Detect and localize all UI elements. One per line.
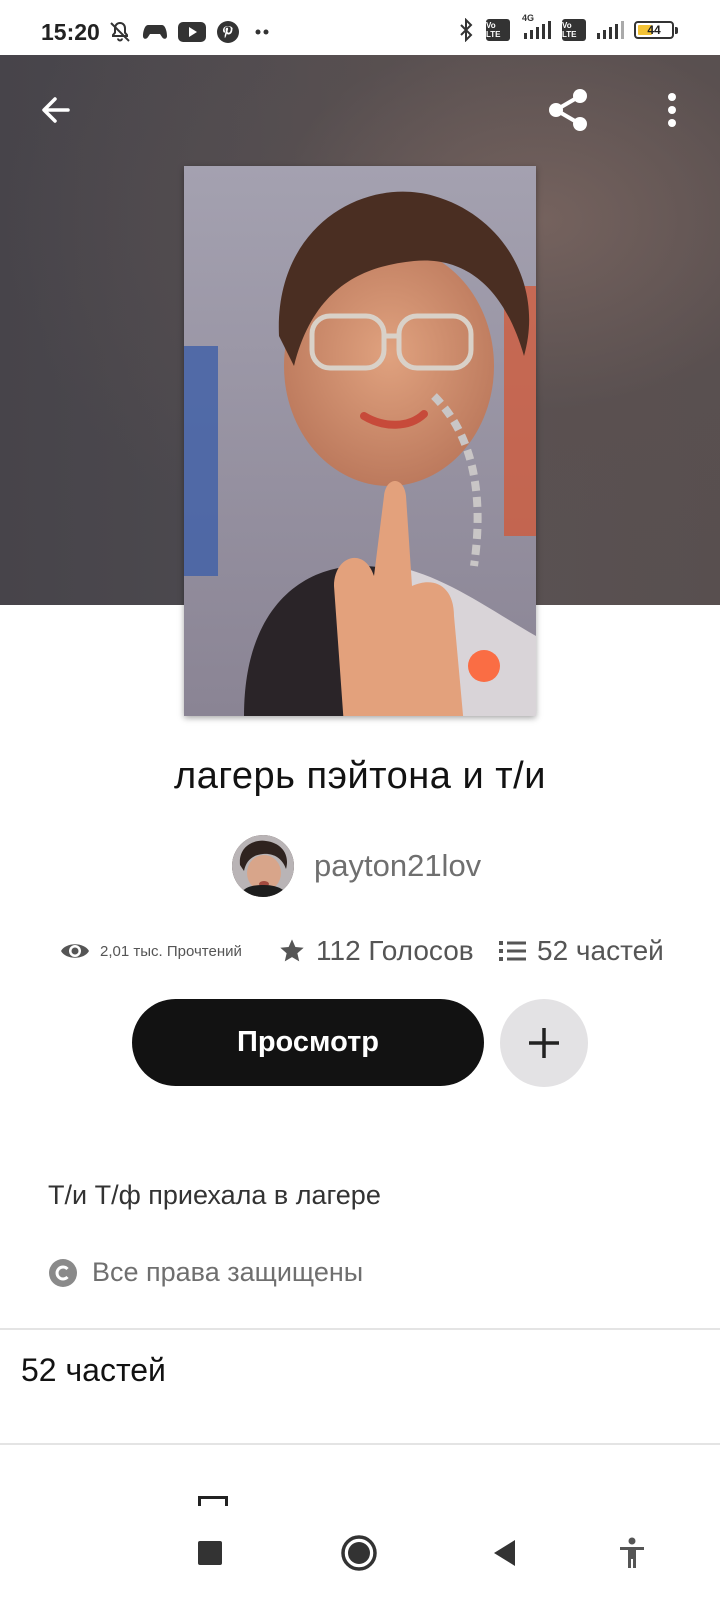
battery-icon: 44 (634, 21, 678, 39)
more-dots-icon (250, 27, 274, 37)
parts-heading[interactable]: 52 частей (21, 1352, 166, 1389)
volte-badge-2: Vo LTE (562, 19, 586, 41)
volte-badge-1: Vo LTE (486, 19, 510, 41)
story-title: лагерь пэйтона и т/и (174, 755, 546, 797)
author-avatar[interactable] (232, 835, 294, 897)
eye-icon (61, 944, 89, 958)
copyright-text: Все права защищены (92, 1257, 364, 1287)
more-options-button[interactable] (644, 82, 700, 138)
network-type: 4G (522, 13, 535, 23)
status-system-icons: Vo LTE 4G Vo LTE 44 (456, 13, 678, 42)
cover-illustration (184, 166, 536, 716)
votes-stat: 112 Голосов (278, 927, 474, 975)
status-bar: 15:20 Vo LTE 4G Vo LTE 44 (0, 0, 720, 55)
youtube-icon (178, 22, 206, 42)
story-description: Т/и Т/ф приехала в лагере (48, 1180, 381, 1210)
divider-top (0, 1328, 720, 1330)
system-back-button[interactable] (480, 1528, 530, 1578)
signal-icon-2 (596, 19, 624, 41)
votes-count: 112 Голосов (316, 935, 474, 966)
system-nav-bar (0, 1506, 720, 1600)
share-button[interactable] (540, 82, 596, 138)
copyright-row: Все права защищены (48, 1257, 363, 1288)
status-notification-icons (108, 20, 274, 44)
author-link[interactable]: payton21lov (232, 835, 481, 897)
author-name[interactable]: payton21lov (314, 848, 481, 884)
triangle-back-icon (494, 1540, 515, 1566)
back-arrow-icon (42, 97, 70, 123)
accessibility-icon (620, 1537, 644, 1568)
bluetooth-icon (456, 18, 476, 42)
list-icon (499, 941, 526, 961)
star-icon (280, 939, 304, 962)
volte-label-2: Vo LTE (562, 21, 577, 39)
story-cover-image[interactable] (184, 166, 536, 716)
accessibility-button[interactable] (607, 1528, 657, 1578)
divider-bottom (0, 1443, 720, 1445)
mute-bell-icon (108, 20, 132, 44)
parts-stat: 52 частей (499, 927, 664, 975)
circle-home-icon (341, 1535, 377, 1571)
add-to-library-button[interactable] (500, 999, 588, 1087)
volte-label-1: Vo LTE (486, 21, 501, 39)
parts-count: 52 частей (537, 935, 664, 966)
battery-level: 44 (647, 23, 661, 37)
square-recents-icon (198, 1541, 222, 1565)
status-time: 15:20 (41, 19, 100, 45)
battery-tip (675, 27, 678, 34)
reads-stat: 2,01 тыс. Прочтений (60, 927, 242, 975)
copyright-icon (49, 1258, 77, 1287)
recents-button[interactable] (185, 1528, 235, 1578)
home-button[interactable] (334, 1528, 384, 1578)
story-stats: 2,01 тыс. Прочтений 112 Голосов 52 часте… (0, 927, 720, 975)
plus-icon (529, 1028, 559, 1058)
read-button[interactable]: Просмотр (132, 999, 484, 1086)
signal-icon: 4G (520, 13, 552, 41)
more-vertical-icon (668, 93, 676, 127)
share-icon (549, 89, 587, 131)
reads-count: 2,01 тыс. Прочтений (100, 942, 242, 960)
gamepad-icon (142, 21, 168, 43)
pinterest-icon (216, 20, 240, 44)
back-button[interactable] (28, 82, 84, 138)
avatar-illustration (232, 835, 294, 897)
